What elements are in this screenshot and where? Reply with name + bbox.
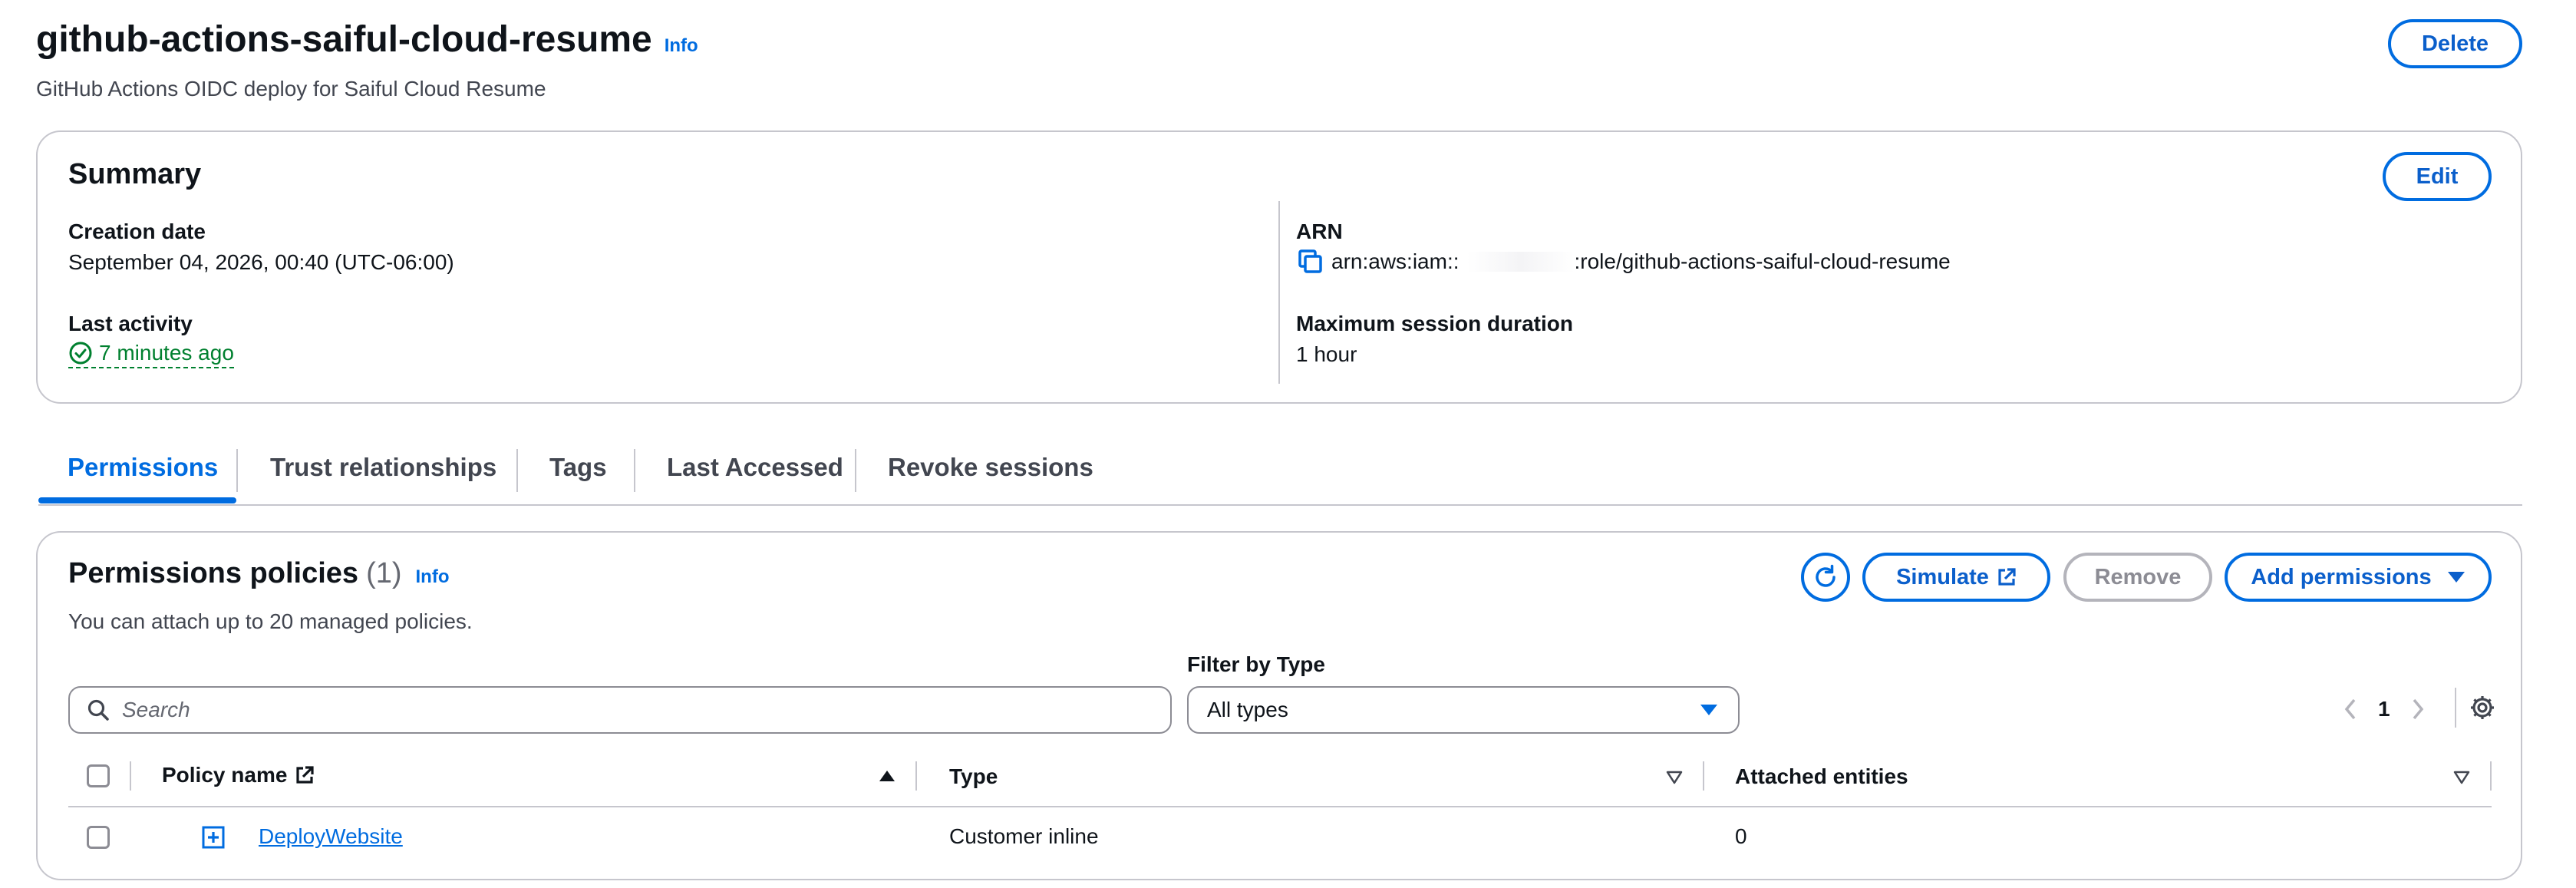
filter-type-value: All types (1207, 698, 1288, 721)
summary-title: Summary (68, 158, 202, 190)
policies-count: (1) (366, 557, 402, 589)
creation-date-value: September 04, 2026, 00:40 (UTC-06:00) (68, 250, 454, 274)
column-header-policy-name[interactable]: Policy name (162, 763, 315, 787)
search-placeholder: Search (122, 698, 190, 721)
external-link-icon (1998, 568, 2016, 586)
simulate-label: Simulate (1896, 564, 1989, 589)
arn-suffix: :role/github-actions-saiful-cloud-resume (1574, 249, 1951, 273)
tab-tags[interactable]: Tags (549, 453, 607, 482)
creation-date-label: Creation date (68, 220, 206, 243)
search-input[interactable]: Search (68, 686, 1172, 734)
last-activity-value: 7 minutes ago (99, 341, 234, 365)
tab-revoke-sessions[interactable]: Revoke sessions (888, 453, 1093, 482)
tabs-underline (38, 504, 2522, 506)
arn-value: arn:aws:iam:: :role/github-actions-saifu… (1298, 249, 1951, 275)
pagination: 1 (2343, 691, 2426, 728)
active-tab-indicator (38, 497, 236, 503)
select-all-checkbox[interactable] (87, 764, 110, 787)
tab-permissions[interactable]: Permissions (68, 453, 218, 482)
permissions-policies-card: Permissions policies (1) Info You can at… (36, 531, 2522, 880)
column-separator (130, 761, 131, 791)
last-activity-label: Last activity (68, 312, 193, 335)
tab-separator (634, 449, 635, 492)
refresh-icon (1816, 564, 1836, 587)
title-info-link[interactable]: Info (665, 35, 698, 57)
policy-name-header-label: Policy name (162, 763, 288, 787)
add-permissions-label: Add permissions (2251, 564, 2432, 589)
chevron-left-icon[interactable] (2343, 698, 2358, 721)
sort-icon[interactable] (1666, 771, 1683, 784)
max-session-label: Maximum session duration (1296, 312, 1573, 335)
arn-label: ARN (1296, 220, 1343, 243)
simulate-button[interactable]: Simulate (1862, 553, 2050, 602)
refresh-button[interactable] (1801, 553, 1850, 602)
settings-gear-icon[interactable] (2469, 694, 2496, 721)
row-checkbox[interactable] (87, 826, 110, 849)
column-separator (1703, 761, 1704, 791)
table-row: DeployWebsite Customer inline 0 (68, 807, 2492, 869)
role-description: GitHub Actions OIDC deploy for Saiful Cl… (36, 77, 546, 101)
filter-type-select[interactable]: All types (1187, 686, 1740, 734)
page-title: github-actions-saiful-cloud-resume (36, 19, 652, 60)
page-number[interactable]: 1 (2378, 697, 2390, 721)
summary-divider (1278, 201, 1280, 384)
search-icon (87, 699, 109, 721)
external-link-icon (296, 766, 315, 784)
tab-trust-relationships[interactable]: Trust relationships (270, 453, 496, 482)
max-session-value: 1 hour (1296, 342, 1357, 366)
remove-button[interactable]: Remove (2063, 553, 2212, 602)
copy-icon[interactable] (1298, 249, 1324, 275)
policy-name-link[interactable]: DeployWebsite (259, 824, 403, 849)
edit-button[interactable]: Edit (2383, 152, 2492, 201)
filter-by-type-label: Filter by Type (1187, 652, 1325, 676)
column-header-attached-entities[interactable]: Attached entities (1735, 764, 1908, 789)
check-circle-icon (69, 342, 92, 365)
column-header-type[interactable]: Type (949, 764, 998, 789)
tab-separator (236, 449, 238, 492)
tab-separator (516, 449, 518, 492)
tab-separator (855, 449, 856, 492)
expand-plus-icon[interactable] (202, 826, 225, 849)
chevron-right-icon[interactable] (2410, 698, 2426, 721)
tab-last-accessed[interactable]: Last Accessed (667, 453, 843, 482)
sort-ascending-icon[interactable] (879, 769, 895, 783)
summary-card: Summary Edit Creation date September 04,… (36, 130, 2522, 404)
delete-button[interactable]: Delete (2388, 19, 2522, 68)
policy-type: Customer inline (949, 824, 1099, 848)
caret-down-icon (1700, 705, 1717, 715)
column-separator (2490, 761, 2492, 791)
policies-title: Permissions policies (68, 557, 359, 589)
add-permissions-button[interactable]: Add permissions (2225, 553, 2492, 602)
pagination-divider (2455, 688, 2456, 728)
arn-prefix: arn:aws:iam:: (1331, 249, 1460, 273)
caret-down-icon (2447, 572, 2465, 583)
last-activity-status[interactable]: 7 minutes ago (68, 341, 234, 368)
policies-info-link[interactable]: Info (416, 566, 450, 588)
sort-icon[interactable] (2453, 771, 2470, 784)
arn-account-redacted (1466, 252, 1575, 272)
column-separator (915, 761, 917, 791)
attached-entities-count: 0 (1735, 824, 1747, 848)
policies-subtitle: You can attach up to 20 managed policies… (68, 609, 473, 633)
